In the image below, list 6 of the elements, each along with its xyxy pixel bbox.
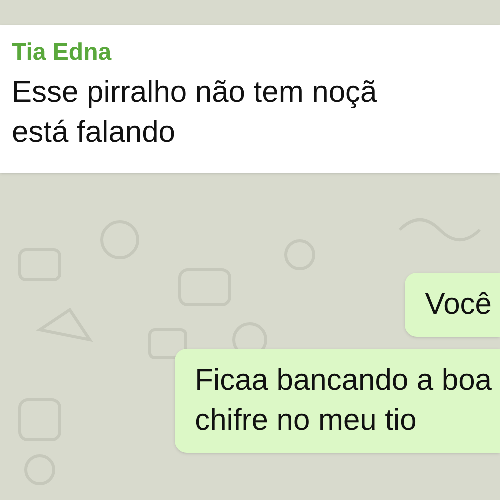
message-text: Você xyxy=(425,287,492,323)
sender-name: Tia Edna xyxy=(12,38,113,68)
message-text: chifre no meu tio xyxy=(195,403,418,439)
message-text: Ficaa bancando a boa xyxy=(195,363,492,399)
message-text: Esse pirralho não tem noçã xyxy=(12,75,378,111)
message-text: está falando xyxy=(12,115,176,151)
